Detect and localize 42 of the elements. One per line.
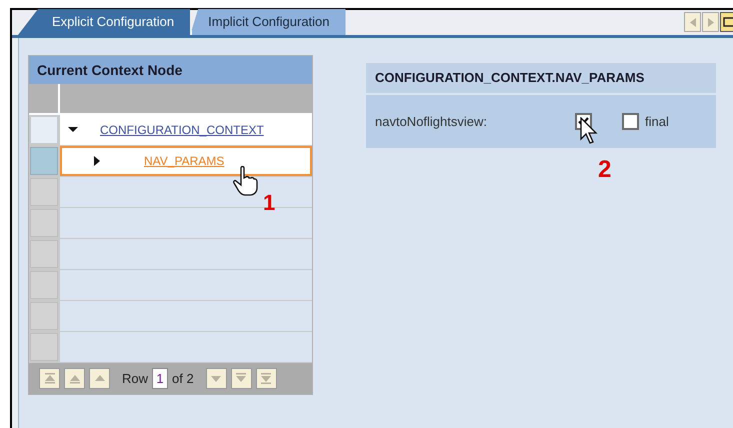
down-arrow-icon [210, 373, 222, 384]
up-arrow-icon [44, 373, 56, 384]
scroll-down-button[interactable] [230, 368, 252, 389]
right-arrow-icon [708, 18, 714, 26]
final-label: final [645, 112, 669, 131]
tab[interactable]: Implicit Configuration [190, 9, 346, 35]
step-number: 2 [598, 155, 612, 185]
row-total: of 2 [172, 370, 194, 388]
window-list-button[interactable] [720, 12, 733, 32]
panel-title: CONFIGURATION_CONTEXT.NAV_PARAMS [366, 63, 716, 93]
row-input[interactable]: 1 [152, 368, 168, 389]
scroll-down-button[interactable] [206, 368, 227, 389]
left-arrow-icon [690, 18, 696, 26]
check-icon [578, 117, 589, 126]
panel-title: Current Context Node [29, 56, 312, 84]
step-number: 1 [263, 189, 276, 217]
node-link[interactable]: CONFIGURATION_CONTEXT [100, 121, 264, 139]
arrow-cursor-icon [580, 117, 598, 145]
row-label: Row [122, 370, 148, 388]
row-selector[interactable] [30, 333, 58, 361]
window-icon [722, 17, 733, 27]
row-selector[interactable] [30, 178, 58, 206]
checkbox[interactable] [622, 113, 639, 130]
tab[interactable]: Explicit Configuration [18, 9, 190, 35]
down-arrow-icon [235, 373, 248, 384]
up-arrow-icon [68, 373, 80, 384]
row-selector[interactable] [30, 240, 58, 268]
row-selector[interactable] [30, 147, 58, 175]
field-label: navtoNoflightsview: [375, 112, 488, 131]
up-arrow-icon [94, 373, 106, 384]
scroll-up-button[interactable] [39, 368, 60, 389]
row-selector[interactable] [30, 209, 58, 237]
down-arrow-icon [260, 373, 272, 384]
scroll-up-button[interactable] [89, 368, 110, 389]
scroll-down-button[interactable] [256, 368, 277, 389]
expand-icon[interactable] [92, 156, 102, 166]
collapse-icon[interactable] [68, 125, 78, 135]
row-selector[interactable] [30, 302, 58, 330]
row-selector[interactable] [30, 271, 58, 299]
row-selector[interactable] [30, 116, 58, 144]
scroll-up-button[interactable] [64, 368, 85, 389]
scroll-left-button[interactable] [684, 12, 701, 32]
